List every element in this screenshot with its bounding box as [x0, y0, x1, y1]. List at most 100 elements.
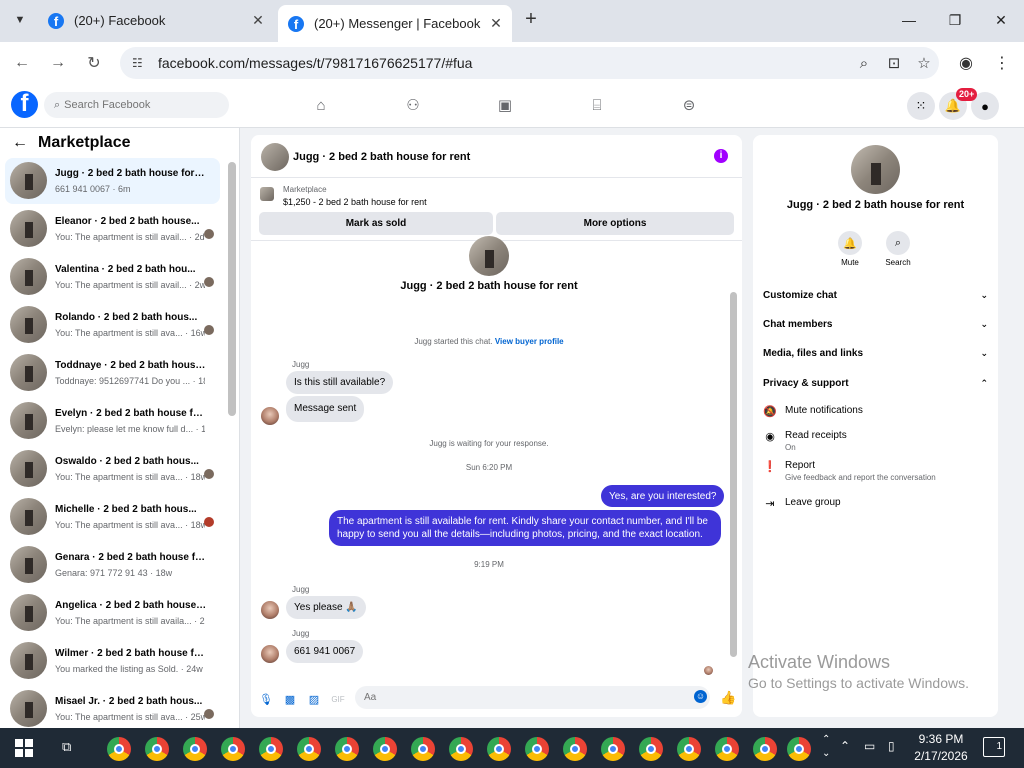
incoming-message[interactable]: 661 941 0067 [286, 640, 364, 663]
chrome-app-icon[interactable] [373, 737, 397, 761]
chrome-app-icon[interactable] [677, 737, 701, 761]
reload-icon[interactable]: ↻ [82, 51, 106, 75]
tab-close-icon[interactable]: ✕ [250, 12, 266, 29]
task-view-icon[interactable]: ⧉ [62, 739, 82, 757]
chrome-app-icon[interactable] [297, 737, 321, 761]
video-icon[interactable]: ▣ [490, 92, 520, 118]
tab-search-chevron-icon[interactable]: ▼ [8, 8, 32, 32]
customize-chat-row[interactable]: Customize chat ⌄ [763, 285, 988, 305]
chrome-app-icon[interactable] [335, 737, 359, 761]
install-app-icon[interactable]: ⊡ [879, 54, 909, 72]
gif-icon[interactable]: GIF [331, 692, 345, 706]
profile-icon[interactable]: ◉ [955, 52, 977, 74]
friends-icon[interactable]: ⚇ [398, 92, 428, 118]
menu-grid-icon[interactable]: ⁙ [907, 92, 935, 120]
browser-tab-facebook[interactable]: f (20+) Facebook ✕ [38, 5, 274, 36]
chrome-app-icon[interactable] [411, 737, 435, 761]
incoming-message[interactable]: Message sent [286, 396, 365, 422]
facebook-search[interactable]: ⌕ [44, 92, 229, 118]
restore-icon[interactable]: ❐ [932, 6, 978, 34]
facebook-logo-icon[interactable]: f [11, 91, 38, 118]
zoom-icon[interactable]: ⌕ [849, 55, 879, 72]
mark-as-sold-button[interactable]: Mark as sold [259, 212, 493, 235]
conversation-item[interactable]: Michelle · 2 bed 2 bath hous... You: The… [5, 494, 220, 540]
leave-group-item[interactable]: ⇥ Leave group [763, 497, 988, 510]
chrome-app-icon[interactable] [639, 737, 663, 761]
conversation-item[interactable]: Evelyn · 2 bed 2 bath house for... Evely… [5, 398, 220, 444]
emoji-icon[interactable]: ☺ [694, 690, 707, 703]
chrome-app-icon[interactable] [787, 737, 811, 761]
conversation-item[interactable]: Oswaldo · 2 bed 2 bath hous... You: The … [5, 446, 220, 492]
view-buyer-profile-link[interactable]: View buyer profile [495, 337, 564, 346]
address-bar[interactable]: ☷ facebook.com/messages/t/79817167662517… [120, 47, 939, 79]
message-input-box[interactable] [355, 686, 710, 709]
chat-profile-avatar[interactable] [469, 236, 509, 276]
meet-now-icon[interactable]: ▭ [864, 739, 875, 753]
conversation-list-scrollbar[interactable] [228, 162, 236, 416]
read-receipts-item[interactable]: ◉ Read receipts On [763, 430, 988, 452]
conversation-item[interactable]: Valentina · 2 bed 2 bath hou... You: The… [5, 254, 220, 300]
show-hidden-icons-icon[interactable]: ⌃ [840, 739, 850, 753]
home-icon[interactable]: ⌂ [306, 92, 336, 118]
privacy-support-row[interactable]: Privacy & support ⌃ [763, 373, 988, 393]
mute-button[interactable]: 🔔 Mute [830, 231, 870, 267]
chrome-app-icon[interactable] [259, 737, 283, 761]
chat-avatar[interactable] [261, 143, 289, 171]
photo-icon[interactable]: ▩ [283, 692, 297, 706]
info-icon[interactable]: i [714, 149, 728, 163]
network-icon[interactable]: ▯ [888, 739, 895, 753]
chat-title[interactable]: Jugg · 2 bed 2 bath house for rent [293, 151, 470, 163]
browser-menu-icon[interactable]: ⋮ [991, 52, 1013, 74]
conversation-item[interactable]: Eleanor · 2 bed 2 bath house... You: The… [5, 206, 220, 252]
conversation-item[interactable]: Toddnaye · 2 bed 2 bath house ... Toddna… [5, 350, 220, 396]
message-input[interactable] [364, 692, 684, 703]
incoming-message[interactable]: Yes please 🙏🏽 [286, 596, 366, 619]
marketplace-icon[interactable]: ⌸ [582, 92, 612, 118]
browser-tab-messenger[interactable]: f (20+) Messenger | Facebook ✕ [278, 5, 512, 42]
conversation-item[interactable]: Genara · 2 bed 2 bath house fo... Genara… [5, 542, 220, 588]
conversation-item[interactable]: Jugg · 2 bed 2 bath house for r... 661 9… [5, 158, 220, 204]
thumbs-up-icon[interactable]: 👍 [720, 690, 736, 706]
taskbar-scroll-arrows-icon[interactable]: ⌃ ⌄ [822, 733, 830, 761]
bookmark-star-icon[interactable]: ☆ [909, 54, 939, 72]
chrome-app-icon[interactable] [107, 737, 131, 761]
site-info-icon[interactable]: ☷ [132, 56, 150, 70]
chrome-app-icon[interactable] [183, 737, 207, 761]
facebook-search-input[interactable] [64, 99, 215, 111]
chrome-app-icon[interactable] [525, 737, 549, 761]
more-options-button[interactable]: More options [496, 212, 734, 235]
sticker-icon[interactable]: ▨ [307, 692, 321, 706]
media-files-links-row[interactable]: Media, files and links ⌄ [763, 343, 988, 363]
chat-scrollbar[interactable] [730, 292, 737, 657]
new-tab-plus-icon[interactable]: + [520, 9, 542, 31]
conversation-item[interactable]: Misael Jr. · 2 bed 2 bath hous... You: T… [5, 686, 220, 728]
window-close-icon[interactable]: ✕ [978, 6, 1024, 34]
notification-center-icon[interactable]: 1 [983, 737, 1005, 757]
microphone-icon[interactable]: 🎙 [259, 692, 273, 706]
chrome-app-icon[interactable] [715, 737, 739, 761]
chrome-app-icon[interactable] [487, 737, 511, 761]
chrome-app-icon[interactable] [753, 737, 777, 761]
chrome-app-icon[interactable] [221, 737, 245, 761]
chrome-app-icon[interactable] [449, 737, 473, 761]
back-arrow-icon[interactable]: ← [12, 134, 28, 152]
incoming-message[interactable]: Is this still available? [286, 371, 394, 394]
search-button[interactable]: ⌕ Search [878, 231, 918, 267]
chrome-app-icon[interactable] [563, 737, 587, 761]
conversation-item[interactable]: Angelica · 2 bed 2 bath house f... You: … [5, 590, 220, 636]
outgoing-message[interactable]: Yes, are you interested? [601, 485, 725, 507]
outgoing-message[interactable]: The apartment is still available for ren… [329, 510, 721, 546]
back-arrow-icon[interactable]: ← [10, 51, 34, 75]
mute-notifications-item[interactable]: 🔕 Mute notifications [763, 405, 988, 418]
minimize-icon[interactable]: — [886, 6, 932, 34]
chrome-app-icon[interactable] [145, 737, 169, 761]
chrome-app-icon[interactable] [601, 737, 625, 761]
gaming-icon[interactable]: ⊜ [674, 92, 704, 118]
report-item[interactable]: ❗ Report Give feedback and report the co… [763, 460, 988, 482]
conversation-item[interactable]: Wilmer · 2 bed 2 bath house fo... You ma… [5, 638, 220, 684]
profile-avatar[interactable] [851, 145, 900, 194]
forward-arrow-icon[interactable]: → [46, 51, 70, 75]
tab-close-icon[interactable]: ✕ [488, 15, 504, 32]
windows-start-icon[interactable] [15, 739, 33, 757]
chat-members-row[interactable]: Chat members ⌄ [763, 314, 988, 334]
